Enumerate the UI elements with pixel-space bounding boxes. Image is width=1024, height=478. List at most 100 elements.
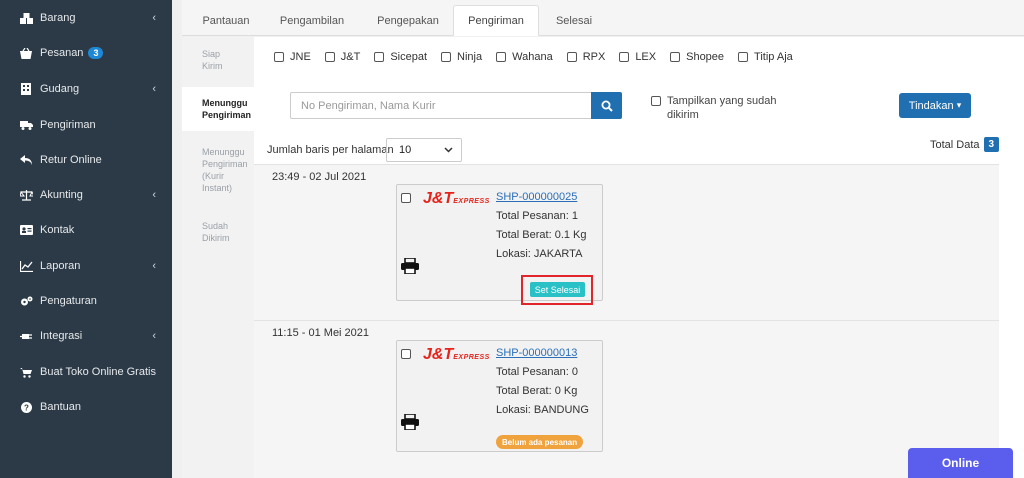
checkbox[interactable] [324,52,335,62]
shipment-number-link[interactable]: SHP-000000025 [496,191,577,203]
courier-filter-row: JNE J&T Sicepat Ninja Wahana RPX LEX Sho… [274,51,807,63]
sidebar-item-label: Akunting [40,189,83,201]
sidebar-item-label: Bantuan [40,401,81,413]
building-icon [18,83,34,95]
lokasi: Lokasi: JAKARTA [496,248,583,260]
shipment-group: 11:15 - 01 Mei 2021 J&TEXPRESS SHP-00000… [254,320,999,478]
sidebar-item-barang[interactable]: Barang ‹ [0,3,172,33]
sidebar-item-akunting[interactable]: Akunting ‹ [0,180,172,210]
main-panel: JNE J&T Sicepat Ninja Wahana RPX LEX Sho… [254,37,1024,478]
status-menunggu-kurir-instant[interactable]: Menunggu Pengiriman (Kurir Instant) [182,146,254,194]
checkbox[interactable] [651,96,661,106]
set-selesai-button[interactable]: Set Selesai [530,282,585,297]
sidebar-item-bantuan[interactable]: ? Bantuan [0,392,172,422]
checkbox[interactable] [670,52,681,62]
sidebar-item-gudang[interactable]: Gudang ‹ [0,74,172,104]
search-button[interactable] [591,92,622,119]
checkbox[interactable] [496,52,507,62]
checkbox[interactable] [274,52,284,62]
sidebar-item-label: Kontak [40,224,75,236]
plug-icon [18,331,34,342]
online-chat-button[interactable]: Online [908,448,1013,478]
sidebar-item-label: Buat Toko Online Gratis [40,366,156,378]
sidebar-item-label: Gudang [40,83,80,95]
tab-pengiriman[interactable]: Pengiriman [453,5,539,36]
courier-filter-jne[interactable]: JNE [274,51,311,63]
chevron-left-icon: ‹ [152,83,156,95]
sidebar-item-kontak[interactable]: Kontak [0,215,172,245]
checkbox[interactable] [738,52,749,62]
courier-filter-ninja[interactable]: Ninja [441,51,482,63]
sidebar-item-label: Pesanan [40,47,84,59]
sidebar-item-integrasi[interactable]: Integrasi ‹ [0,321,172,351]
shipment-checkbox[interactable] [401,193,411,203]
tab-pengepakan[interactable]: Pengepakan [368,5,448,36]
status-menunggu-pengiriman[interactable]: Menunggu Pengiriman [182,87,256,131]
sidebar-item-label: Integrasi [40,330,83,342]
sidebar-item-pengiriman[interactable]: Pengiriman [0,110,172,140]
question-circle-icon: ? [18,401,34,413]
courier-filter-jnt[interactable]: J&T [324,51,360,63]
tab-pengambilan[interactable]: Pengambilan [272,5,352,36]
status-badge: Belum ada pesanan [496,435,584,449]
show-sent-toggle[interactable]: Tampilkan yang sudah dikirim [651,94,801,122]
sidebar-item-laporan[interactable]: Laporan ‹ [0,251,172,281]
checkbox[interactable] [619,52,630,62]
total-data: Total Data 3 [930,137,1000,152]
chevron-down-icon [444,147,453,153]
jnt-express-logo: J&TEXPRESS [423,346,490,363]
search-input[interactable] [290,92,592,119]
boxes-icon [18,12,34,24]
sidebar-item-pesanan[interactable]: Pesanan 3 [0,38,172,68]
courier-filter-wahana[interactable]: Wahana [496,51,553,63]
truck-icon [18,120,34,130]
sidebar-item-label: Retur Online [40,154,102,166]
total-pesanan: Total Pesanan: 1 [496,210,578,222]
shipment-checkbox[interactable] [401,349,411,359]
shipment-card: J&TEXPRESS SHP-000000025 Total Pesanan: … [396,184,603,305]
courier-filter-shopee[interactable]: Shopee [670,51,724,63]
sidebar-item-label: Pengiriman [40,119,96,131]
tindakan-dropdown-button[interactable]: Tindakan ▾ [899,93,971,118]
rows-per-page-select[interactable]: 10 [386,138,462,162]
courier-filter-lex[interactable]: LEX [619,51,656,63]
status-siap-kirim[interactable]: Siap Kirim [182,48,254,72]
total-berat: Total Berat: 0 Kg [496,385,578,397]
lokasi: Lokasi: BANDUNG [496,404,589,416]
courier-filter-rpx[interactable]: RPX [566,51,605,63]
chevron-left-icon: ‹ [152,260,156,272]
sidebar: Barang ‹ Pesanan 3 Gudang ‹ Pengiriman R… [0,0,172,478]
balance-scale-icon [18,189,34,201]
tab-pantauan[interactable]: Pantauan [190,5,262,36]
courier-filter-sicepat[interactable]: Sicepat [374,51,427,63]
status-sudah-dikirim[interactable]: Sudah Dikirim [182,220,254,244]
checkbox[interactable] [374,52,385,62]
contact-card-icon [18,225,34,235]
sidebar-item-pengaturan[interactable]: Pengaturan [0,286,172,316]
jnt-express-logo: J&TEXPRESS [423,190,490,207]
sidebar-item-label: Barang [40,12,76,24]
sidebar-item-retur-online[interactable]: Retur Online [0,145,172,175]
stage-tabs: Pantauan Pengambilan Pengepakan Pengirim… [182,0,1024,36]
svg-text:?: ? [24,403,29,412]
tab-selesai[interactable]: Selesai [547,5,601,36]
checkbox[interactable] [566,52,577,62]
sidebar-item-label: Pengaturan [40,295,97,307]
chevron-left-icon: ‹ [152,12,156,24]
sidebar-item-buat-toko[interactable]: Buat Toko Online Gratis [0,357,172,387]
printer-icon[interactable] [401,258,419,274]
courier-filter-titip-aja[interactable]: Titip Aja [738,51,793,63]
show-sent-label-2: dikirim [667,109,699,121]
sidebar-item-label: Laporan [40,260,81,272]
caret-down-icon: ▾ [956,100,962,110]
reply-icon [18,155,34,165]
shipment-number-link[interactable]: SHP-000000013 [496,347,577,359]
printer-icon[interactable] [401,414,419,430]
checkbox[interactable] [441,52,452,62]
chevron-left-icon: ‹ [152,189,156,201]
shipment-timestamp: 11:15 - 01 Mei 2021 [272,327,370,339]
order-count-badge: 3 [88,47,104,59]
search-icon [601,100,613,112]
cart-icon [18,367,34,378]
shipment-status-nav: Siap Kirim Menunggu Pengiriman Menunggu … [182,37,256,478]
